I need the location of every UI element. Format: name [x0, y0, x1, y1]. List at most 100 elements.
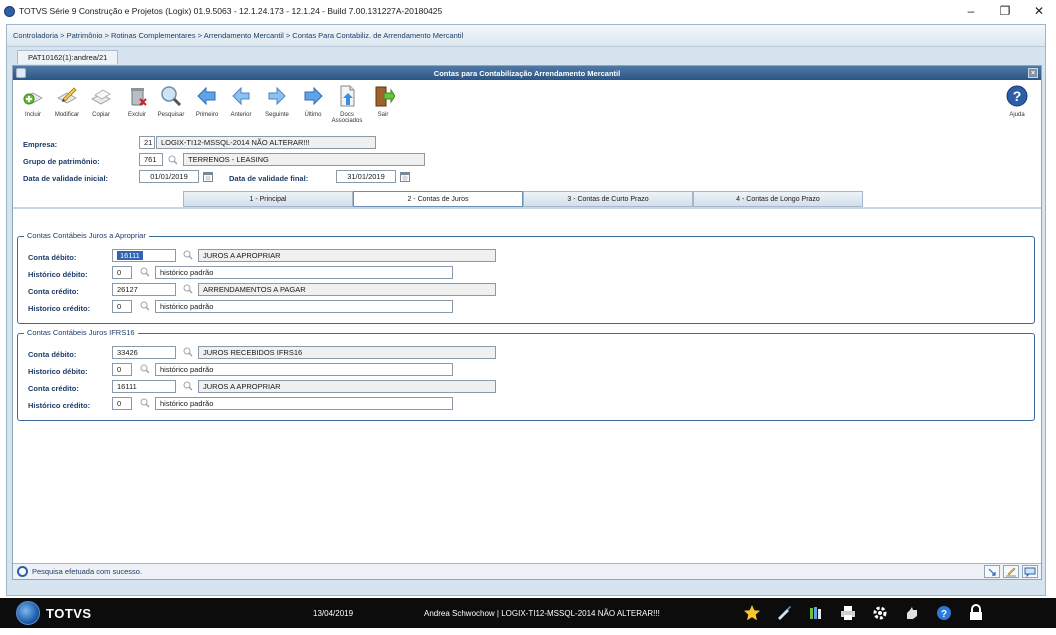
message-button[interactable]: [1022, 565, 1038, 578]
window-controls: – ❐ ✕: [954, 0, 1056, 22]
historico-credito-desc[interactable]: histórico padrão: [155, 397, 453, 410]
historico-debito-input[interactable]: 0: [112, 363, 132, 376]
document-icon: [334, 83, 360, 109]
resize-icon: [988, 568, 996, 576]
historico-debito-input[interactable]: 0: [112, 266, 132, 279]
historico-debito-desc[interactable]: histórico padrão: [155, 266, 453, 279]
lookup-icon[interactable]: [140, 267, 150, 277]
copiar-label: Copiar: [92, 112, 110, 118]
primeiro-button[interactable]: Primeiro: [189, 83, 225, 125]
lookup-icon[interactable]: [140, 364, 150, 374]
data-final-input[interactable]: 31/01/2019: [336, 170, 396, 183]
tab-divider: [13, 207, 1041, 209]
incluir-button[interactable]: Incluir: [15, 83, 51, 125]
logout-button[interactable]: [896, 604, 928, 622]
modificar-button[interactable]: Modificar: [49, 83, 85, 125]
pesquisar-label: Pesquisar: [157, 112, 185, 118]
historico-credito-label: Histórico crédito:: [28, 401, 91, 410]
lookup-icon[interactable]: [183, 250, 193, 260]
ajuda-label: Ajuda: [1009, 112, 1025, 118]
star-icon: [744, 605, 760, 621]
data-inicial-label: Data de validade inicial:: [23, 174, 109, 183]
conta-credito-desc: ARRENDAMENTOS A PAGAR: [198, 283, 496, 296]
lookup-icon[interactable]: [183, 284, 193, 294]
brush-icon: [778, 606, 791, 620]
resize-button[interactable]: [984, 565, 1000, 578]
toolbar: Incluir Modificar Copiar Excluir Pesquis…: [13, 80, 1041, 128]
conta-debito-input[interactable]: 33426: [112, 346, 176, 359]
hand-icon: [907, 607, 917, 619]
excluir-button[interactable]: Excluir: [119, 83, 155, 125]
bookmarks-button[interactable]: [800, 604, 832, 622]
close-button[interactable]: ✕: [1022, 0, 1056, 22]
next-arrow-icon: [264, 83, 290, 109]
historico-debito-desc[interactable]: histórico padrão: [155, 363, 453, 376]
tab-contas-de-juros[interactable]: 2 - Contas de Juros: [353, 191, 523, 207]
help-button[interactable]: ?: [928, 604, 960, 622]
calendar-icon[interactable]: [203, 172, 213, 182]
pencil-icon: [1006, 567, 1016, 576]
anterior-label: Anterior: [230, 112, 252, 118]
print-button[interactable]: [832, 604, 864, 622]
delete-icon: [124, 83, 150, 109]
tab-contas-longo-prazo[interactable]: 4 - Contas de Longo Prazo: [693, 191, 863, 207]
seguinte-label: Seguinte: [265, 112, 289, 118]
totvs-orb-icon: [16, 601, 40, 625]
conta-credito-label: Conta crédito:: [28, 384, 79, 393]
lookup-icon[interactable]: [140, 398, 150, 408]
taskbar: TOTVS 13/04/2019 Andrea Schwochow | LOGI…: [0, 598, 1056, 628]
edit-icon: [54, 83, 80, 109]
tools-button[interactable]: [768, 604, 800, 622]
grupo-lookup-icon[interactable]: [168, 155, 178, 165]
sair-button[interactable]: Sair: [365, 83, 401, 125]
empresa-code-input[interactable]: 21: [139, 136, 155, 149]
tab-contas-curto-prazo[interactable]: 3 - Contas de Curto Prazo: [523, 191, 693, 207]
pesquisar-button[interactable]: Pesquisar: [153, 83, 189, 125]
historico-credito-input[interactable]: 0: [112, 300, 132, 313]
ajuda-button[interactable]: ? Ajuda: [999, 83, 1035, 125]
lookup-icon[interactable]: [140, 301, 150, 311]
conta-debito-desc: JUROS RECEBIDOS IFRS16: [198, 346, 496, 359]
favorites-button[interactable]: [736, 604, 768, 622]
form-close-icon[interactable]: ×: [1028, 68, 1038, 78]
program-tab-row: PAT10162(1):andrea/21: [7, 48, 1045, 64]
status-bar: Pesquisa efetuada com sucesso.: [13, 563, 1041, 579]
window-title: TOTVS Série 9 Construção e Projetos (Log…: [19, 6, 443, 16]
historico-credito-desc[interactable]: histórico padrão: [155, 300, 453, 313]
settings-button[interactable]: [864, 604, 896, 622]
svg-text:?: ?: [1013, 88, 1022, 104]
grupo-code-input[interactable]: 761: [139, 153, 163, 166]
breadcrumb: Controladoria > Patrimônio > Rotinas Com…: [7, 25, 1045, 47]
svg-text:?: ?: [941, 609, 947, 620]
program-tab[interactable]: PAT10162(1):andrea/21: [17, 50, 119, 64]
anterior-button[interactable]: Anterior: [223, 83, 259, 125]
conta-credito-input[interactable]: 16111: [112, 380, 176, 393]
minimize-button[interactable]: –: [954, 0, 988, 22]
maximize-button[interactable]: ❐: [988, 0, 1022, 22]
conta-credito-label: Conta crédito:: [28, 287, 79, 296]
status-buttons: [984, 565, 1038, 578]
data-final-label: Data de validade final:: [229, 174, 309, 183]
edit-note-button[interactable]: [1003, 565, 1019, 578]
historico-credito-input[interactable]: 0: [112, 397, 132, 410]
lookup-icon[interactable]: [183, 381, 193, 391]
excluir-label: Excluir: [127, 112, 146, 118]
sair-label: Sair: [377, 112, 389, 118]
lookup-icon[interactable]: [183, 347, 193, 357]
data-inicial-input[interactable]: 01/01/2019: [139, 170, 199, 183]
group-title: Contas Contábeis Juros a Apropriar: [24, 231, 149, 240]
lock-icon: [970, 604, 982, 620]
docs-associados-button[interactable]: Docs Associados: [329, 83, 365, 125]
copiar-button[interactable]: Copiar: [83, 83, 119, 125]
form-menu-icon[interactable]: [16, 68, 26, 78]
modificar-label: Modificar: [54, 112, 80, 118]
prev-arrow-icon: [228, 83, 254, 109]
calendar-icon[interactable]: [400, 172, 410, 182]
tab-principal[interactable]: 1 - Principal: [183, 191, 353, 207]
lock-button[interactable]: [960, 604, 992, 622]
totvs-logo[interactable]: TOTVS: [16, 598, 92, 628]
seguinte-button[interactable]: Seguinte: [259, 83, 295, 125]
conta-credito-input[interactable]: 26127: [112, 283, 176, 296]
ultimo-button[interactable]: Último: [295, 83, 331, 125]
conta-debito-input[interactable]: 16111: [112, 249, 176, 262]
